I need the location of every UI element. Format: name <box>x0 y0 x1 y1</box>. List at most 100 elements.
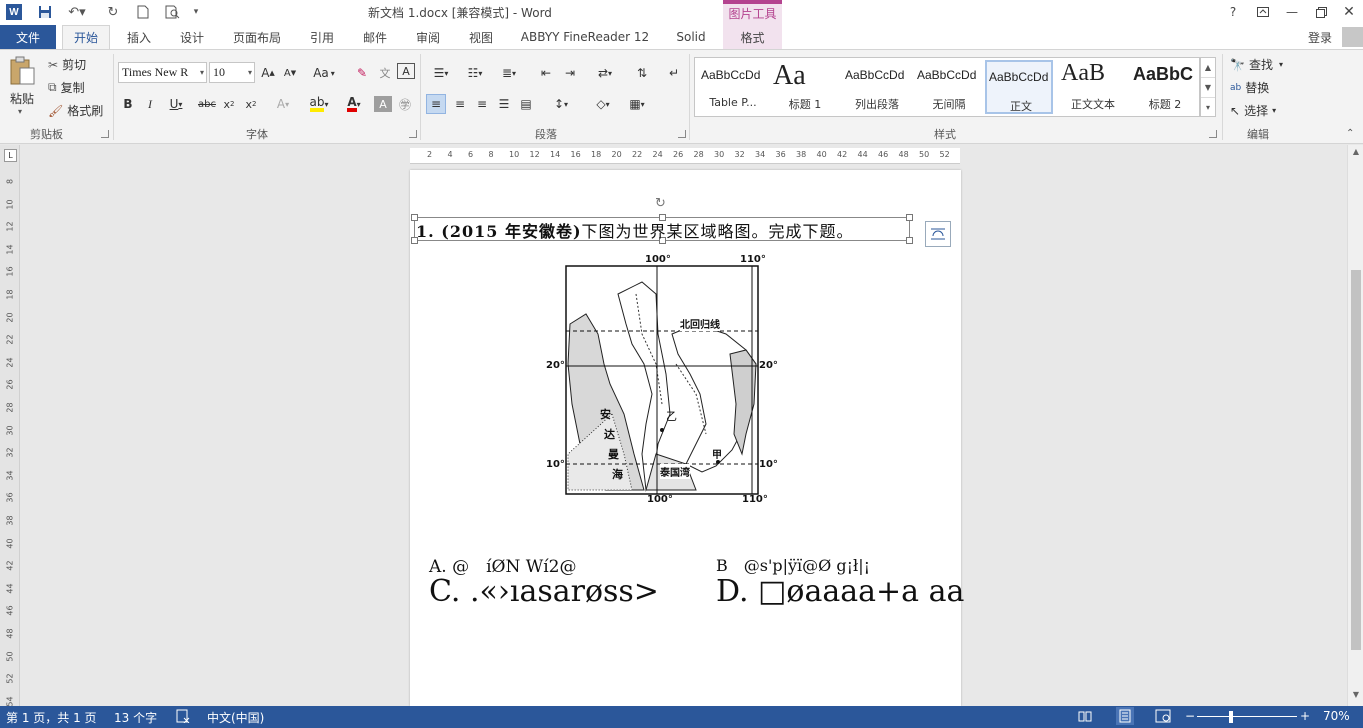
replace-button[interactable]: ab 替换 <box>1230 79 1269 96</box>
style-body-text[interactable]: AaB 正文文本 <box>1059 60 1127 114</box>
style-normal[interactable]: AaBbCcDd 正文 <box>985 60 1053 114</box>
word-count[interactable]: 13 个字 <box>114 709 157 726</box>
gallery-more-icon[interactable]: ▾ <box>1201 98 1215 118</box>
subscript-icon[interactable]: x2 <box>220 94 238 114</box>
sign-in-link[interactable]: 登录 <box>1308 29 1332 46</box>
ribbon-display-options-icon[interactable] <box>1254 3 1272 21</box>
print-preview-icon[interactable] <box>162 3 184 21</box>
bullets-icon[interactable]: ☰ ▾ <box>426 63 456 83</box>
redo-icon[interactable]: ↻ <box>104 3 122 21</box>
font-name-dropdown-icon[interactable]: ▾ <box>200 63 204 82</box>
font-name-box[interactable]: Times New R ▾ <box>118 62 207 83</box>
word-app-icon[interactable]: W <box>6 4 22 20</box>
show-formatting-marks-icon[interactable]: ↵ <box>664 63 684 83</box>
layout-options-icon[interactable] <box>925 221 951 247</box>
resize-handle[interactable] <box>906 214 913 221</box>
superscript-icon[interactable]: x2 <box>242 94 260 114</box>
increase-indent-icon[interactable]: ⇥ <box>560 63 580 83</box>
tab-view[interactable]: 视图 <box>458 25 504 49</box>
style-heading-1[interactable]: Aa 标题 1 <box>771 60 839 114</box>
style-heading-2[interactable]: AaBbC 标题 2 <box>1131 60 1199 114</box>
tab-references[interactable]: 引用 <box>300 25 344 49</box>
tab-abbyy-finereader[interactable]: ABBYY FineReader 12 <box>514 25 656 49</box>
multilevel-list-icon[interactable]: ≣ ▾ <box>494 63 524 83</box>
find-button[interactable]: 🔭 查找 ▾ <box>1230 56 1283 73</box>
tab-format[interactable]: 格式 <box>723 25 782 49</box>
shrink-font-icon[interactable]: A ▼ <box>281 63 299 83</box>
tab-selector-icon[interactable]: L <box>4 149 17 162</box>
scroll-up-icon[interactable]: ▲ <box>1348 147 1363 161</box>
font-size-dropdown-icon[interactable]: ▾ <box>248 63 252 82</box>
vertical-scrollbar[interactable]: ▲ ▼ <box>1347 145 1363 706</box>
shading-icon[interactable]: ◇ ▾ <box>588 94 618 114</box>
zoom-slider-track[interactable] <box>1197 716 1297 717</box>
language-indicator[interactable]: 中文(中国) <box>207 709 264 726</box>
tab-file[interactable]: 文件 <box>0 25 56 49</box>
proofing-icon[interactable] <box>176 709 190 726</box>
styles-gallery-scroll[interactable]: ▲ ▼ ▾ <box>1200 57 1216 117</box>
print-layout-icon[interactable] <box>1116 707 1134 728</box>
italic-icon[interactable]: I <box>142 94 158 114</box>
select-button[interactable]: ↖ 选择 ▾ <box>1230 102 1276 119</box>
scroll-down-icon[interactable]: ▼ <box>1348 690 1363 704</box>
paste-icon[interactable] <box>8 56 38 86</box>
resize-handle[interactable] <box>906 237 913 244</box>
style-list-paragraph[interactable]: AaBbCcDd 列出段落 <box>843 60 911 114</box>
restore-icon[interactable] <box>1312 3 1330 21</box>
sort-icon[interactable]: ⇅ <box>632 63 652 83</box>
text-effects-icon[interactable]: A ▾ <box>272 94 294 114</box>
save-icon[interactable] <box>36 3 54 21</box>
align-left-icon[interactable]: ≡ <box>426 94 446 114</box>
tab-insert[interactable]: 插入 <box>116 25 162 49</box>
scroll-thumb[interactable] <box>1351 270 1361 650</box>
justify-icon[interactable]: ☰ <box>494 94 514 114</box>
underline-icon[interactable]: U ▾ <box>164 94 188 114</box>
collapse-ribbon-icon[interactable]: ⌃ <box>1346 128 1354 139</box>
tab-design[interactable]: 设计 <box>170 25 214 49</box>
rotate-handle-icon[interactable]: ↻ <box>655 196 666 211</box>
change-case-button[interactable]: Aa ▾ <box>309 63 339 83</box>
paragraph-dialog-launcher[interactable] <box>678 130 686 138</box>
tab-mailings[interactable]: 邮件 <box>352 25 398 49</box>
page-count[interactable]: 第 1 页，共 1 页 <box>6 709 97 726</box>
copy-button[interactable]: ⧉ 复制 <box>48 79 85 96</box>
font-dialog-launcher[interactable] <box>409 130 417 138</box>
web-layout-icon[interactable] <box>1155 709 1171 726</box>
zoom-in-icon[interactable]: + <box>1300 709 1310 723</box>
style-no-spacing[interactable]: AaBbCcDd 无间隔 <box>915 60 983 114</box>
font-color-icon[interactable]: A ▾ <box>340 94 368 114</box>
format-painter-button[interactable]: 🖌 格式刷 <box>48 102 103 119</box>
help-icon[interactable]: ? <box>1224 3 1242 21</box>
gallery-down-icon[interactable]: ▼ <box>1201 78 1215 98</box>
character-shading-icon[interactable]: A <box>374 96 392 112</box>
minimize-icon[interactable]: — <box>1283 3 1301 21</box>
customize-qat-icon[interactable]: ▾ <box>190 3 202 21</box>
strikethrough-icon[interactable]: abc <box>196 94 218 114</box>
clear-formatting-icon[interactable]: ✎ <box>352 63 372 83</box>
paste-dropdown-icon[interactable]: ▾ <box>18 107 22 116</box>
enclose-characters-icon[interactable]: ㊫ <box>396 94 414 114</box>
align-right-icon[interactable]: ≡ <box>472 94 492 114</box>
tab-solid[interactable]: Solid <box>666 25 716 49</box>
grow-font-icon[interactable]: A ▲ <box>259 63 277 83</box>
font-size-box[interactable]: 10 ▾ <box>209 62 255 83</box>
tab-home[interactable]: 开始 <box>62 25 110 49</box>
cut-button[interactable]: ✂ 剪切 <box>48 56 86 73</box>
distributed-icon[interactable]: ▤ <box>516 94 536 114</box>
new-document-icon[interactable] <box>134 3 152 21</box>
region-map-figure[interactable]: 100° 110° 100° 110° 20° 20° 10° 10° 北回归线… <box>546 254 784 510</box>
paste-button[interactable]: 粘贴 <box>10 90 34 107</box>
numbering-icon[interactable]: ☷ ▾ <box>460 63 490 83</box>
decrease-indent-icon[interactable]: ⇤ <box>536 63 556 83</box>
undo-icon[interactable]: ↶▾ <box>64 3 90 21</box>
borders-icon[interactable]: ▦ ▾ <box>622 94 652 114</box>
zoom-slider-thumb[interactable] <box>1229 711 1233 723</box>
zoom-out-icon[interactable]: − <box>1185 709 1195 723</box>
chinese-layout-icon[interactable]: ⇄ ▾ <box>590 63 620 83</box>
character-border-icon[interactable]: A <box>397 63 415 79</box>
close-icon[interactable]: ✕ <box>1340 3 1358 21</box>
gallery-up-icon[interactable]: ▲ <box>1201 58 1215 78</box>
clipboard-dialog-launcher[interactable] <box>101 130 109 138</box>
phonetic-guide-icon[interactable]: 文 <box>375 63 395 83</box>
line-spacing-icon[interactable]: ↕ ▾ <box>546 94 576 114</box>
